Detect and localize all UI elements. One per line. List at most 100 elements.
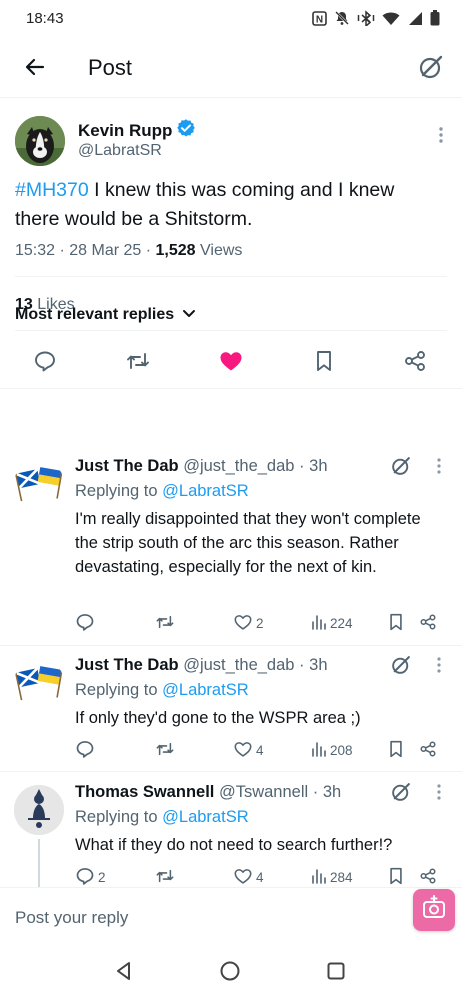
reply-button[interactable]: 2 <box>75 866 106 888</box>
more-options-button[interactable] <box>436 656 442 679</box>
bookmark-button[interactable] <box>309 348 339 378</box>
replying-handle-link[interactable]: @LabratSR <box>162 681 248 699</box>
reply-author-handle[interactable]: @Tswannell <box>219 783 308 801</box>
share-button[interactable] <box>419 612 437 634</box>
nav-recents-button[interactable] <box>324 961 348 985</box>
repost-button[interactable] <box>123 348 153 378</box>
replies-sort-dropdown[interactable]: Most relevant replies <box>15 306 196 324</box>
reply-dot: · <box>299 457 305 475</box>
replying-handle-link[interactable]: @LabratSR <box>162 808 248 826</box>
camera-plus-icon <box>421 894 447 926</box>
more-options-button[interactable] <box>436 783 442 806</box>
reply-avatar[interactable] <box>14 658 64 708</box>
reply-author-handle[interactable]: @just_the_dab <box>183 457 294 475</box>
verified-badge-icon <box>177 119 196 142</box>
reply-button[interactable] <box>30 348 60 378</box>
circle-home-icon <box>219 960 241 987</box>
heart-filled-icon <box>218 349 244 378</box>
nfc-icon: N <box>312 10 327 26</box>
page-title: Post <box>88 55 133 80</box>
views-button[interactable]: 224 <box>311 612 353 634</box>
reply-button[interactable] <box>75 612 98 634</box>
like-button[interactable]: 4 <box>233 866 264 888</box>
share-button[interactable] <box>419 739 437 761</box>
repost-icon <box>155 612 175 635</box>
grok-button[interactable] <box>414 52 448 86</box>
views-count: 1,528 <box>155 242 196 259</box>
grok-button[interactable] <box>390 654 412 681</box>
divider <box>0 645 462 646</box>
reply-text: If only they'd gone to the WSPR area ;) <box>75 709 361 727</box>
reply-icon <box>33 349 57 378</box>
reply-item[interactable]: Thomas Swannell @Tswannell · 3h Replying… <box>0 783 462 887</box>
heart-icon <box>233 739 253 762</box>
reply-author-name[interactable]: Thomas Swannell <box>75 783 214 801</box>
grok-icon <box>390 457 412 481</box>
repost-button[interactable] <box>155 866 178 888</box>
reply-input[interactable]: Post your reply <box>15 908 128 928</box>
reply-composer[interactable]: Post your reply <box>0 887 462 947</box>
share-button[interactable] <box>400 348 430 378</box>
replying-prefix: Replying to <box>75 681 158 699</box>
reply-header: Just The Dab @just_the_dab · 3h <box>75 656 328 675</box>
views-button[interactable]: 284 <box>311 866 353 888</box>
reply-icon <box>75 866 95 889</box>
status-time: 18:43 <box>26 9 64 27</box>
replying-to: Replying to @LabratSR <box>75 681 249 700</box>
reply-author-name[interactable]: Just The Dab <box>75 457 179 475</box>
triangle-back-icon <box>114 961 134 986</box>
share-button[interactable] <box>419 866 437 888</box>
reply-age: 3h <box>309 656 328 674</box>
views-count: 284 <box>330 869 353 885</box>
like-button[interactable] <box>216 348 246 378</box>
hashtag-link[interactable]: #MH370 <box>15 179 89 201</box>
more-vertical-icon <box>436 784 442 805</box>
bookmark-button[interactable] <box>387 739 405 761</box>
reply-button[interactable] <box>75 739 98 761</box>
like-button[interactable]: 2 <box>233 612 264 634</box>
grok-icon <box>417 53 445 86</box>
reply-avatar[interactable] <box>14 459 64 509</box>
bookmark-button[interactable] <box>387 866 405 888</box>
reply-author-handle[interactable]: @just_the_dab <box>183 656 294 674</box>
more-vertical-icon <box>436 458 442 479</box>
status-icons: N <box>312 10 440 26</box>
author-name[interactable]: Kevin Rupp <box>78 119 196 142</box>
post-date: 28 Mar 25 <box>69 242 142 259</box>
grok-button[interactable] <box>390 455 412 482</box>
reply-action-bar: 2 224 <box>75 612 447 634</box>
divider <box>15 276 447 277</box>
views-chart-icon <box>311 868 327 887</box>
views-button[interactable]: 208 <box>311 739 353 761</box>
back-button[interactable] <box>18 52 52 86</box>
repost-button[interactable] <box>155 612 178 634</box>
reply-avatar[interactable] <box>14 785 64 835</box>
repost-icon <box>155 866 175 889</box>
share-icon <box>403 349 427 378</box>
like-button[interactable]: 4 <box>233 739 264 761</box>
like-count: 2 <box>256 615 264 631</box>
more-options-button[interactable] <box>438 126 444 149</box>
reply-item[interactable]: Just The Dab @just_the_dab · 3h Replying… <box>0 457 462 637</box>
reply-author-name[interactable]: Just The Dab <box>75 656 179 674</box>
bookmark-button[interactable] <box>387 612 405 634</box>
grok-button[interactable] <box>390 781 412 808</box>
divider <box>0 388 462 389</box>
views-chart-icon <box>311 614 327 633</box>
repost-button[interactable] <box>155 739 178 761</box>
replying-to: Replying to @LabratSR <box>75 482 249 501</box>
bookmark-icon <box>387 739 405 762</box>
reply-dot: · <box>312 783 319 801</box>
more-options-button[interactable] <box>436 457 442 480</box>
reply-header: Thomas Swannell @Tswannell · 3h <box>75 783 341 802</box>
nav-home-button[interactable] <box>218 961 242 985</box>
replying-handle-link[interactable]: @LabratSR <box>162 482 248 500</box>
divider <box>15 330 447 331</box>
replying-to: Replying to @LabratSR <box>75 808 249 827</box>
author-handle[interactable]: @LabratSR <box>78 142 162 160</box>
floating-action-button[interactable] <box>413 889 455 931</box>
nav-back-button[interactable] <box>112 961 136 985</box>
avatar[interactable] <box>15 116 65 166</box>
reply-header: Just The Dab @just_the_dab · 3h <box>75 457 328 476</box>
reply-item[interactable]: Just The Dab @just_the_dab · 3h Replying… <box>0 656 462 766</box>
